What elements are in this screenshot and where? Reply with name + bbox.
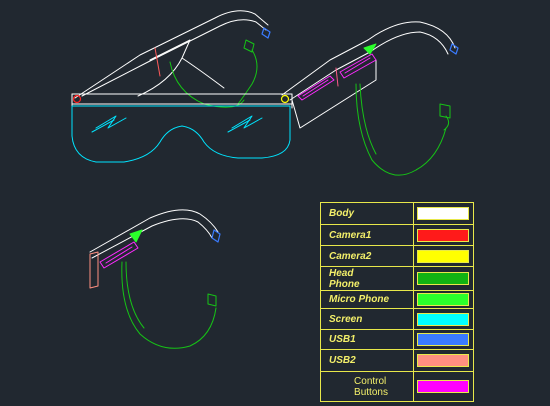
legend-row: Screen bbox=[321, 309, 473, 330]
legend-label: Body bbox=[329, 208, 354, 219]
legend-color-swatch bbox=[417, 229, 469, 242]
legend-color-swatch bbox=[417, 207, 469, 220]
legend-divider bbox=[413, 246, 414, 266]
legend-divider bbox=[413, 291, 414, 308]
legend-row: Camera1 bbox=[321, 225, 473, 246]
legend-row: Camera2 bbox=[321, 246, 473, 267]
legend-row: Micro Phone bbox=[321, 291, 473, 309]
legend-row: Head Phone bbox=[321, 267, 473, 291]
legend-divider bbox=[413, 309, 414, 329]
legend-label: Control Buttons bbox=[354, 375, 388, 398]
legend-divider bbox=[413, 330, 414, 349]
legend-label: Camera2 bbox=[329, 250, 372, 262]
component-legend: Body Camera1 Camera2 Head Phone Micro Phone S… bbox=[320, 202, 474, 402]
legend-color-swatch bbox=[417, 380, 469, 393]
legend-label: USB2 bbox=[329, 355, 356, 366]
legend-row: Body bbox=[321, 203, 473, 225]
legend-label: Micro Phone bbox=[329, 294, 390, 305]
legend-label: USB1 bbox=[329, 334, 356, 345]
legend-color-swatch bbox=[417, 250, 469, 263]
legend-row: USB2 bbox=[321, 350, 473, 372]
legend-color-swatch bbox=[417, 272, 469, 285]
legend-color-swatch bbox=[417, 354, 469, 367]
legend-row: Control Buttons bbox=[321, 372, 473, 401]
legend-label: Head Phone bbox=[329, 267, 360, 290]
legend-color-swatch bbox=[417, 313, 469, 326]
legend-label: Screen bbox=[329, 313, 363, 325]
legend-divider bbox=[413, 350, 414, 371]
legend-label: Camera1 bbox=[329, 229, 372, 241]
legend-color-swatch bbox=[417, 333, 469, 346]
legend-row: USB1 bbox=[321, 330, 473, 350]
legend-divider bbox=[413, 203, 414, 224]
legend-divider bbox=[413, 267, 414, 290]
legend-color-swatch bbox=[417, 293, 469, 306]
legend-divider bbox=[413, 225, 414, 245]
legend-divider bbox=[413, 372, 414, 401]
